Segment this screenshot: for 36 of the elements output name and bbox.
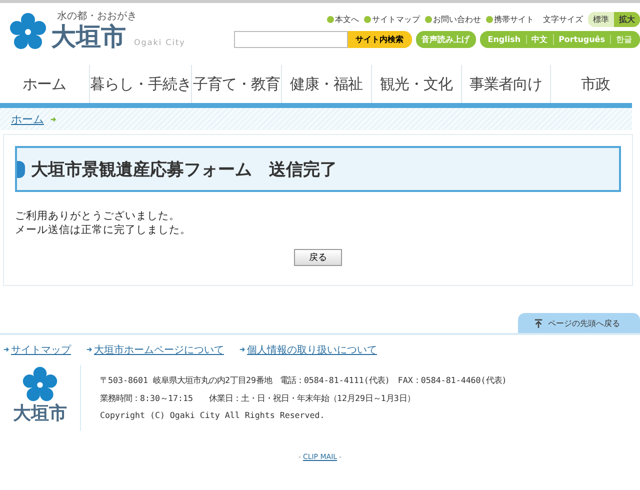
arrow-icon — [239, 346, 246, 353]
bullet-icon — [364, 16, 371, 23]
search-button[interactable]: サイト内検索 — [348, 31, 412, 48]
footer-info-text: 業務時間：8:30～17:15 休業日：土・日・祝日・年末年始（12月29日～1月3日） — [100, 392, 416, 404]
utility-link[interactable]: 本文へ — [327, 14, 359, 25]
logo-subtitle: Ogaki City — [134, 38, 186, 47]
footer-info-text: 〒503-8601 岐阜県大垣市丸の内2丁目29番地 電話：0584-81-4111(代表) FAX：0584-81-4460(代表) — [100, 374, 507, 387]
arrow-icon — [50, 116, 57, 122]
footer-link[interactable]: 個人情報の取り扱いについて — [239, 342, 377, 357]
footer-link[interactable]: サイトマップ — [3, 342, 71, 357]
up-arrow-icon — [534, 318, 543, 328]
text-size-label: 文字サイズ — [543, 14, 583, 25]
nav-tab[interactable]: 市政 — [551, 65, 640, 103]
footer-info-text: Copyright (C) Ogaki City All Rights Reserved. — [100, 409, 326, 422]
city-emblem-icon — [8, 11, 48, 51]
message-text: メール送信は正常に完了しました。 — [15, 223, 192, 237]
bullet-icon — [327, 16, 334, 23]
bullet-icon — [486, 16, 493, 23]
message-text: ご利用ありがとうございました。 — [15, 209, 181, 223]
arrow-icon — [86, 346, 93, 353]
bullet-icon — [425, 16, 432, 23]
utility-link[interactable]: お問い合わせ — [425, 14, 481, 25]
logo-text: 大垣市 — [51, 23, 126, 51]
tagline: 水の都・おおがき — [57, 11, 138, 23]
back-button[interactable]: 戻る — [294, 249, 342, 266]
breadcrumb-link[interactable]: ホーム — [11, 112, 44, 126]
heading-banner: 大垣市景観遺産応募フォーム 送信完了 — [15, 146, 621, 192]
footer-link[interactable]: 大垣市ホームページについて — [86, 342, 224, 357]
utility-link[interactable]: サイトマップ — [364, 14, 420, 25]
arrow-icon — [3, 346, 10, 353]
text-size-button[interactable]: 拡大 — [614, 12, 640, 27]
city-emblem-icon — [21, 365, 59, 403]
search-field[interactable] — [234, 31, 348, 48]
footer-logo-text: 大垣市 — [13, 403, 67, 425]
page-top-tab[interactable]: ページの先頭へ戻る — [518, 313, 640, 333]
utility-link[interactable]: 携帯サイト — [486, 14, 534, 25]
